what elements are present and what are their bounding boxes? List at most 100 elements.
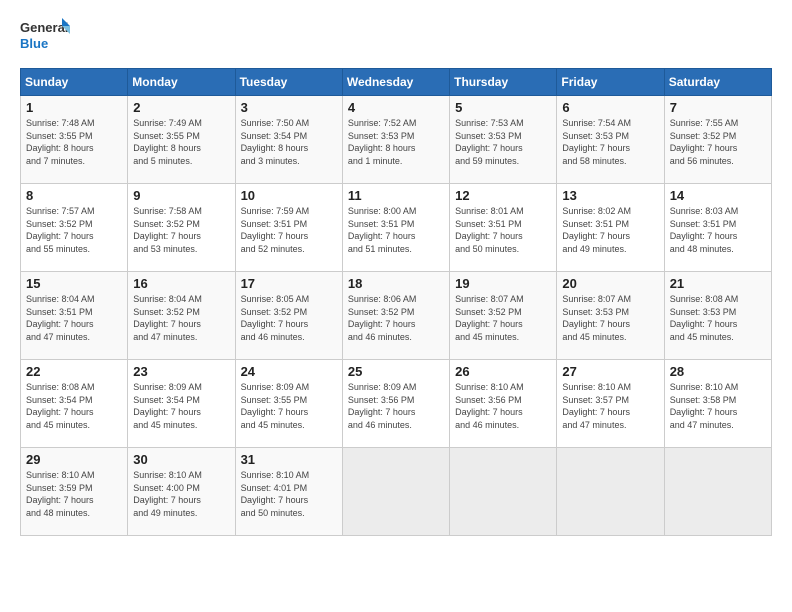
day-cell [557,448,664,536]
week-row-4: 29 Sunrise: 8:10 AM Sunset: 3:59 PM Dayli… [21,448,772,536]
day-cell: 27 Sunrise: 8:10 AM Sunset: 3:57 PM Dayli… [557,360,664,448]
day-cell: 3 Sunrise: 7:50 AM Sunset: 3:54 PM Daylig… [235,96,342,184]
day-cell: 5 Sunrise: 7:53 AM Sunset: 3:53 PM Daylig… [450,96,557,184]
day-info: Sunrise: 8:09 AM Sunset: 3:55 PM Dayligh… [241,381,337,431]
day-info: Sunrise: 8:07 AM Sunset: 3:53 PM Dayligh… [562,293,658,343]
week-row-2: 15 Sunrise: 8:04 AM Sunset: 3:51 PM Dayli… [21,272,772,360]
col-header-wednesday: Wednesday [342,69,449,96]
day-info: Sunrise: 8:10 AM Sunset: 3:58 PM Dayligh… [670,381,766,431]
day-number: 31 [241,452,337,467]
col-header-monday: Monday [128,69,235,96]
calendar-table: SundayMondayTuesdayWednesdayThursdayFrid… [20,68,772,536]
day-info: Sunrise: 8:04 AM Sunset: 3:51 PM Dayligh… [26,293,122,343]
day-cell: 1 Sunrise: 7:48 AM Sunset: 3:55 PM Daylig… [21,96,128,184]
day-info: Sunrise: 8:10 AM Sunset: 3:59 PM Dayligh… [26,469,122,519]
day-cell: 4 Sunrise: 7:52 AM Sunset: 3:53 PM Daylig… [342,96,449,184]
day-cell [342,448,449,536]
day-info: Sunrise: 7:50 AM Sunset: 3:54 PM Dayligh… [241,117,337,167]
day-number: 11 [348,188,444,203]
day-info: Sunrise: 7:52 AM Sunset: 3:53 PM Dayligh… [348,117,444,167]
day-number: 1 [26,100,122,115]
day-number: 28 [670,364,766,379]
day-number: 21 [670,276,766,291]
day-number: 26 [455,364,551,379]
day-number: 13 [562,188,658,203]
day-number: 19 [455,276,551,291]
day-cell: 6Sunrise: 7:54 AM Sunset: 3:53 PM Daylig… [557,96,664,184]
day-number: 27 [562,364,658,379]
day-cell: 29 Sunrise: 8:10 AM Sunset: 3:59 PM Dayli… [21,448,128,536]
day-info: Sunrise: 7:48 AM Sunset: 3:55 PM Dayligh… [26,117,122,167]
day-number: 23 [133,364,229,379]
day-number: 25 [348,364,444,379]
day-info: Sunrise: 8:09 AM Sunset: 3:56 PM Dayligh… [348,381,444,431]
day-info: Sunrise: 8:10 AM Sunset: 3:56 PM Dayligh… [455,381,551,431]
day-info: Sunrise: 7:58 AM Sunset: 3:52 PM Dayligh… [133,205,229,255]
day-number: 15 [26,276,122,291]
day-number: 3 [241,100,337,115]
day-info: Sunrise: 7:53 AM Sunset: 3:53 PM Dayligh… [455,117,551,167]
day-cell [450,448,557,536]
day-cell: 20Sunrise: 8:07 AM Sunset: 3:53 PM Dayli… [557,272,664,360]
week-row-3: 22 Sunrise: 8:08 AM Sunset: 3:54 PM Dayli… [21,360,772,448]
day-info: Sunrise: 7:49 AM Sunset: 3:55 PM Dayligh… [133,117,229,167]
day-cell: 22 Sunrise: 8:08 AM Sunset: 3:54 PM Dayli… [21,360,128,448]
day-number: 2 [133,100,229,115]
day-cell: 11 Sunrise: 8:00 AM Sunset: 3:51 PM Dayli… [342,184,449,272]
day-number: 5 [455,100,551,115]
day-cell: 19 Sunrise: 8:07 AM Sunset: 3:52 PM Dayli… [450,272,557,360]
day-number: 9 [133,188,229,203]
day-info: Sunrise: 8:10 AM Sunset: 4:00 PM Dayligh… [133,469,229,519]
day-number: 10 [241,188,337,203]
day-cell: 8 Sunrise: 7:57 AM Sunset: 3:52 PM Daylig… [21,184,128,272]
day-cell: 30Sunrise: 8:10 AM Sunset: 4:00 PM Dayli… [128,448,235,536]
svg-text:General: General [20,20,68,35]
day-cell: 2 Sunrise: 7:49 AM Sunset: 3:55 PM Daylig… [128,96,235,184]
day-number: 22 [26,364,122,379]
day-cell: 7Sunrise: 7:55 AM Sunset: 3:52 PM Daylig… [664,96,771,184]
svg-text:Blue: Blue [20,36,48,51]
day-info: Sunrise: 7:57 AM Sunset: 3:52 PM Dayligh… [26,205,122,255]
day-cell [664,448,771,536]
day-cell: 23 Sunrise: 8:09 AM Sunset: 3:54 PM Dayli… [128,360,235,448]
page: General Blue SundayMondayTuesdayWednesda… [0,0,792,612]
day-info: Sunrise: 7:55 AM Sunset: 3:52 PM Dayligh… [670,117,766,167]
day-info: Sunrise: 8:10 AM Sunset: 3:57 PM Dayligh… [562,381,658,431]
day-info: Sunrise: 8:06 AM Sunset: 3:52 PM Dayligh… [348,293,444,343]
col-header-thursday: Thursday [450,69,557,96]
day-cell: 14 Sunrise: 8:03 AM Sunset: 3:51 PM Dayli… [664,184,771,272]
header: General Blue [20,16,772,58]
col-header-sunday: Sunday [21,69,128,96]
header-row: SundayMondayTuesdayWednesdayThursdayFrid… [21,69,772,96]
day-cell: 24Sunrise: 8:09 AM Sunset: 3:55 PM Dayli… [235,360,342,448]
day-number: 18 [348,276,444,291]
day-cell: 18 Sunrise: 8:06 AM Sunset: 3:52 PM Dayli… [342,272,449,360]
day-info: Sunrise: 8:05 AM Sunset: 3:52 PM Dayligh… [241,293,337,343]
logo: General Blue [20,16,70,58]
col-header-saturday: Saturday [664,69,771,96]
day-info: Sunrise: 7:54 AM Sunset: 3:53 PM Dayligh… [562,117,658,167]
day-number: 4 [348,100,444,115]
day-cell: 13 Sunrise: 8:02 AM Sunset: 3:51 PM Dayli… [557,184,664,272]
day-info: Sunrise: 8:07 AM Sunset: 3:52 PM Dayligh… [455,293,551,343]
day-number: 14 [670,188,766,203]
day-number: 17 [241,276,337,291]
day-cell: 9 Sunrise: 7:58 AM Sunset: 3:52 PM Daylig… [128,184,235,272]
day-number: 8 [26,188,122,203]
logo-svg: General Blue [20,16,70,58]
day-cell: 17 Sunrise: 8:05 AM Sunset: 3:52 PM Dayli… [235,272,342,360]
day-info: Sunrise: 8:02 AM Sunset: 3:51 PM Dayligh… [562,205,658,255]
day-number: 29 [26,452,122,467]
day-number: 16 [133,276,229,291]
day-info: Sunrise: 8:01 AM Sunset: 3:51 PM Dayligh… [455,205,551,255]
day-cell: 16Sunrise: 8:04 AM Sunset: 3:52 PM Dayli… [128,272,235,360]
day-cell: 10Sunrise: 7:59 AM Sunset: 3:51 PM Dayli… [235,184,342,272]
col-header-friday: Friday [557,69,664,96]
day-cell: 28 Sunrise: 8:10 AM Sunset: 3:58 PM Dayli… [664,360,771,448]
day-info: Sunrise: 8:03 AM Sunset: 3:51 PM Dayligh… [670,205,766,255]
day-info: Sunrise: 8:08 AM Sunset: 3:53 PM Dayligh… [670,293,766,343]
day-info: Sunrise: 8:09 AM Sunset: 3:54 PM Dayligh… [133,381,229,431]
day-info: Sunrise: 8:00 AM Sunset: 3:51 PM Dayligh… [348,205,444,255]
day-info: Sunrise: 8:08 AM Sunset: 3:54 PM Dayligh… [26,381,122,431]
week-row-0: 1 Sunrise: 7:48 AM Sunset: 3:55 PM Daylig… [21,96,772,184]
